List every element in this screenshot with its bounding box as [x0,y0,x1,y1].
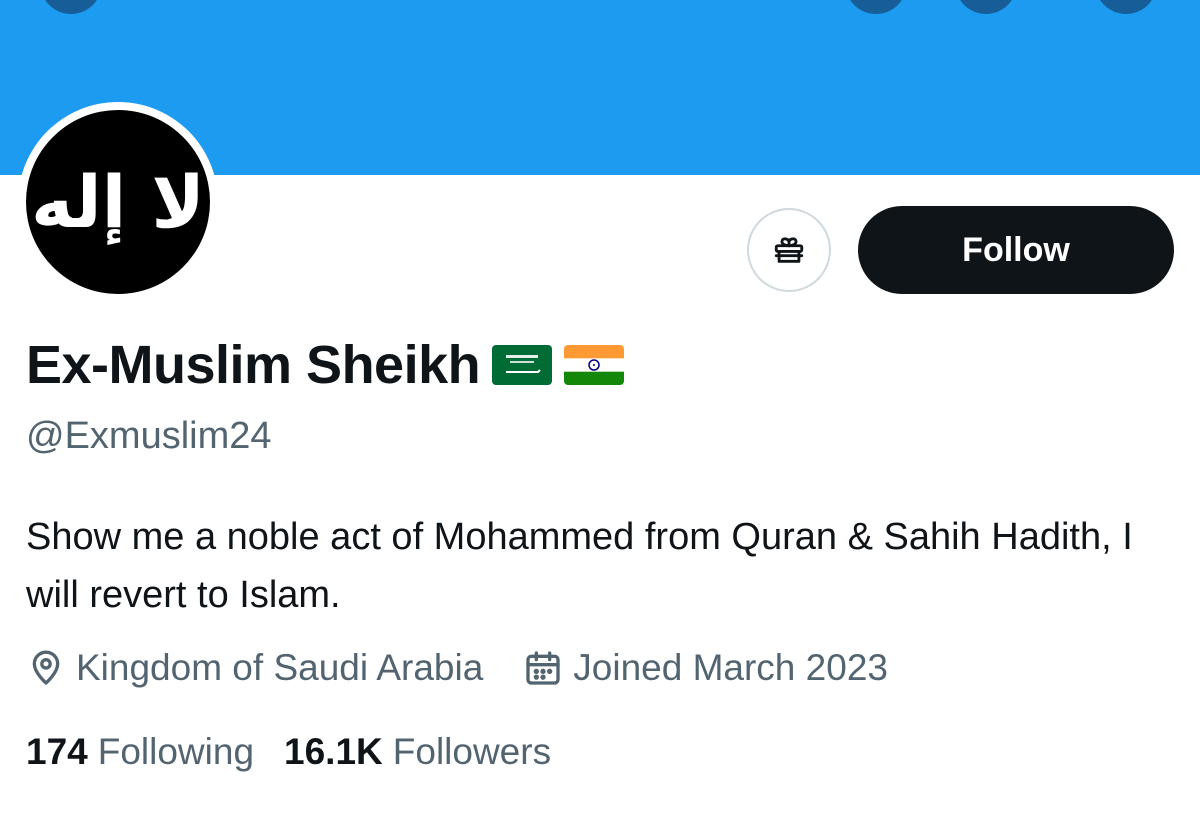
follow-button[interactable]: Follow [858,206,1174,294]
followers-link[interactable]: 16.1K Followers [284,731,551,773]
joined-item: Joined March 2023 [523,647,888,689]
gift-icon [774,237,804,263]
back-button[interactable] [40,0,102,14]
followers-count: 16.1K [284,731,383,772]
avatar-text: لا إله [30,160,206,244]
name-row: Ex-Muslim Sheikh [26,330,625,400]
display-name: Ex-Muslim Sheikh [26,335,481,395]
search-button[interactable] [845,0,907,14]
location-item: Kingdom of Saudi Arabia [26,647,483,689]
following-link[interactable]: 174 Following [26,731,254,773]
location-text: Kingdom of Saudi Arabia [76,647,484,688]
saudi-arabia-flag-icon [492,345,553,385]
following-label: Following [97,731,255,772]
india-flag-icon [564,345,625,385]
location-pin-icon [32,650,60,685]
profile-handle: @Exmuslim24 [26,415,272,457]
following-count: 174 [26,731,88,772]
avatar-image: لا إله [26,110,210,294]
profile-stats: 174 Following 16.1K Followers [26,727,551,777]
profile-page: لا إله Follow Ex-Muslim Sheikh @Exmuslim… [0,0,1200,820]
profile-bio: Show me a noble act of Mohammed from Qur… [26,516,1133,616]
profile-meta: Kingdom of Saudi Arabia Joined March 202… [26,643,888,693]
share-button[interactable] [955,0,1017,14]
avatar[interactable]: لا إله [18,102,218,302]
calendar-icon [526,651,560,685]
gift-button[interactable] [747,208,831,292]
joined-text: Joined March 2023 [573,647,888,688]
followers-label: Followers [392,731,552,772]
more-button[interactable] [1095,0,1157,14]
